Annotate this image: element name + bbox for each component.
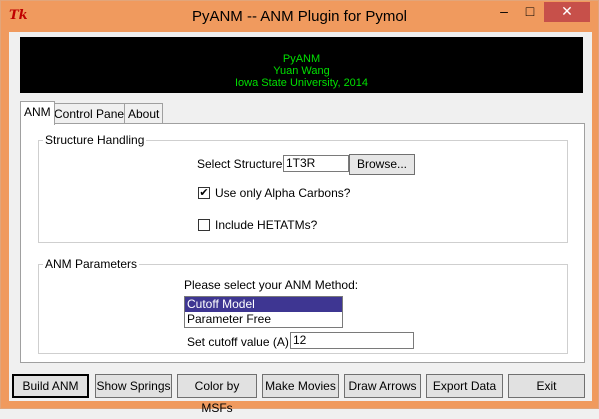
method-option-cutoff[interactable]: Cutoff Model <box>185 297 342 312</box>
draw-arrows-button[interactable]: Draw Arrows <box>344 374 421 398</box>
maximize-button[interactable]: □ <box>517 2 543 22</box>
build-anm-button[interactable]: Build ANM <box>12 374 89 398</box>
tab-control-panel[interactable]: Control Panel <box>50 103 131 124</box>
header-banner: PyANM Yuan Wang Iowa State University, 2… <box>20 37 583 93</box>
minimize-button[interactable]: – <box>491 2 517 22</box>
method-option-parameter-free[interactable]: Parameter Free <box>185 312 342 327</box>
app-window: Tk PyANM -- ANM Plugin for Pymol – □ ✕ P… <box>0 0 599 415</box>
tab-anm[interactable]: ANM <box>20 101 55 125</box>
title-bar[interactable]: Tk PyANM -- ANM Plugin for Pymol – □ ✕ <box>1 1 598 32</box>
hetatm-checkbox[interactable] <box>198 219 210 231</box>
structure-group-title: Structure Handling <box>43 133 147 147</box>
close-button[interactable]: ✕ <box>544 2 590 22</box>
structure-input[interactable] <box>283 155 349 172</box>
cutoff-input[interactable] <box>290 332 414 349</box>
show-springs-button[interactable]: Show Springs <box>95 374 172 398</box>
parameters-group-title: ANM Parameters <box>43 257 140 271</box>
banner-author: Yuan Wang <box>273 65 330 77</box>
browse-button[interactable]: Browse... <box>349 154 415 175</box>
cutoff-label: Set cutoff value (A): <box>187 335 293 349</box>
method-listbox[interactable]: Cutoff Model Parameter Free <box>184 296 343 328</box>
method-prompt-label: Please select your ANM Method: <box>184 278 359 292</box>
export-data-button[interactable]: Export Data <box>426 374 503 398</box>
hetatm-label: Include HETATMs? <box>215 218 318 232</box>
make-movies-button[interactable]: Make Movies <box>262 374 339 398</box>
banner-affiliation: Iowa State University, 2014 <box>234 77 369 89</box>
select-structure-label: Select Structure: <box>197 157 286 171</box>
alpha-carbons-checkbox[interactable]: ✔ <box>198 187 210 199</box>
tab-about[interactable]: About <box>124 103 164 124</box>
color-by-msfs-button[interactable]: Color by MSFs <box>177 374 257 415</box>
banner-title: PyANM <box>282 53 321 65</box>
client-area: PyANM Yuan Wang Iowa State University, 2… <box>9 32 592 415</box>
anm-tab-panel: Structure Handling Select Structure: Bro… <box>20 123 585 363</box>
structure-handling-group: Structure Handling Select Structure: Bro… <box>38 133 568 243</box>
exit-button[interactable]: Exit <box>508 374 585 398</box>
alpha-carbons-label: Use only Alpha Carbons? <box>215 186 351 200</box>
anm-parameters-group: ANM Parameters Please select your ANM Me… <box>38 257 568 354</box>
